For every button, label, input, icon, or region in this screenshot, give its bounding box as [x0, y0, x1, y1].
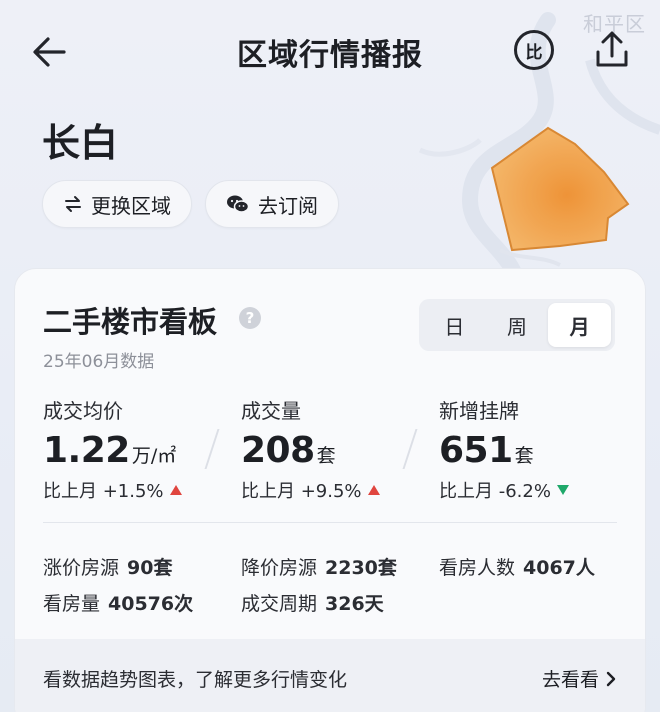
metric-unit: 万/㎡ — [131, 445, 177, 467]
district-name: 长白 — [42, 121, 119, 165]
compare-button[interactable]: 比 — [514, 30, 554, 70]
help-icon[interactable]: ? — [239, 307, 261, 329]
footer-text: 看数据趋势图表，了解更多行情变化 — [43, 669, 348, 691]
share-icon[interactable] — [590, 28, 634, 72]
stat-viewers: 看房人数 4067人 — [439, 557, 595, 579]
trend-up-icon — [367, 485, 380, 495]
view-more-link[interactable]: 去看看 — [542, 665, 617, 692]
stat-price-down: 降价房源 2230套 — [241, 557, 397, 579]
subscribe-label: 去订阅 — [258, 193, 318, 218]
switch-area-button[interactable]: 更换区域 — [42, 180, 192, 228]
page-title: 区域行情播报 — [237, 38, 423, 73]
dashboard-title: 二手楼市看板 — [43, 305, 218, 339]
metric-value: 1.22 — [43, 430, 130, 471]
stat-price-up: 涨价房源 90套 — [43, 557, 173, 579]
metric-change: 比上月 +9.5% — [241, 481, 362, 502]
metric-label: 成交均价 — [43, 399, 123, 423]
tab-month[interactable]: 月 — [548, 303, 612, 347]
metric-value: 208 — [241, 430, 315, 471]
top-bar: 区域行情播报 比 — [0, 22, 660, 82]
metric-unit: 套 — [316, 445, 336, 467]
period-selector: 日 周 月 — [419, 299, 615, 351]
switch-area-label: 更换区域 — [91, 193, 171, 218]
stat-deal-cycle: 成交周期 326天 — [241, 593, 384, 615]
metric-change: 比上月 -6.2% — [439, 481, 551, 502]
metric-new-listings: 新增挂牌 651 套 比上月 -6.2% — [439, 395, 629, 503]
compare-label: 比 — [525, 42, 543, 63]
data-date: 25年06月数据 — [43, 352, 155, 372]
stat-viewings: 看房量 40576次 — [43, 593, 194, 615]
metric-label: 成交量 — [241, 399, 301, 423]
tab-day[interactable]: 日 — [423, 303, 486, 347]
section-divider — [43, 522, 617, 523]
chevron-right-icon — [606, 671, 616, 686]
metric-label: 新增挂牌 — [439, 399, 519, 423]
metric-volume: 成交量 208 套 比上月 +9.5% — [241, 395, 431, 503]
tab-week[interactable]: 周 — [486, 303, 549, 347]
trend-footer[interactable]: 看数据趋势图表，了解更多行情变化 去看看 — [15, 639, 645, 712]
trend-down-icon — [556, 485, 569, 495]
swap-icon — [65, 196, 81, 212]
metric-value: 651 — [439, 430, 513, 471]
metric-avg-price: 成交均价 1.22 万/㎡ 比上月 +1.5% — [43, 395, 233, 503]
subscribe-button[interactable]: 去订阅 — [205, 180, 339, 228]
metric-unit: 套 — [514, 445, 534, 467]
metric-change: 比上月 +1.5% — [43, 481, 164, 502]
trend-up-icon — [169, 485, 182, 495]
wechat-icon — [227, 195, 250, 213]
market-dashboard-card: 二手楼市看板 ? 25年06月数据 日 周 月 成交均价 1.22 万/㎡ 比上… — [14, 268, 646, 712]
